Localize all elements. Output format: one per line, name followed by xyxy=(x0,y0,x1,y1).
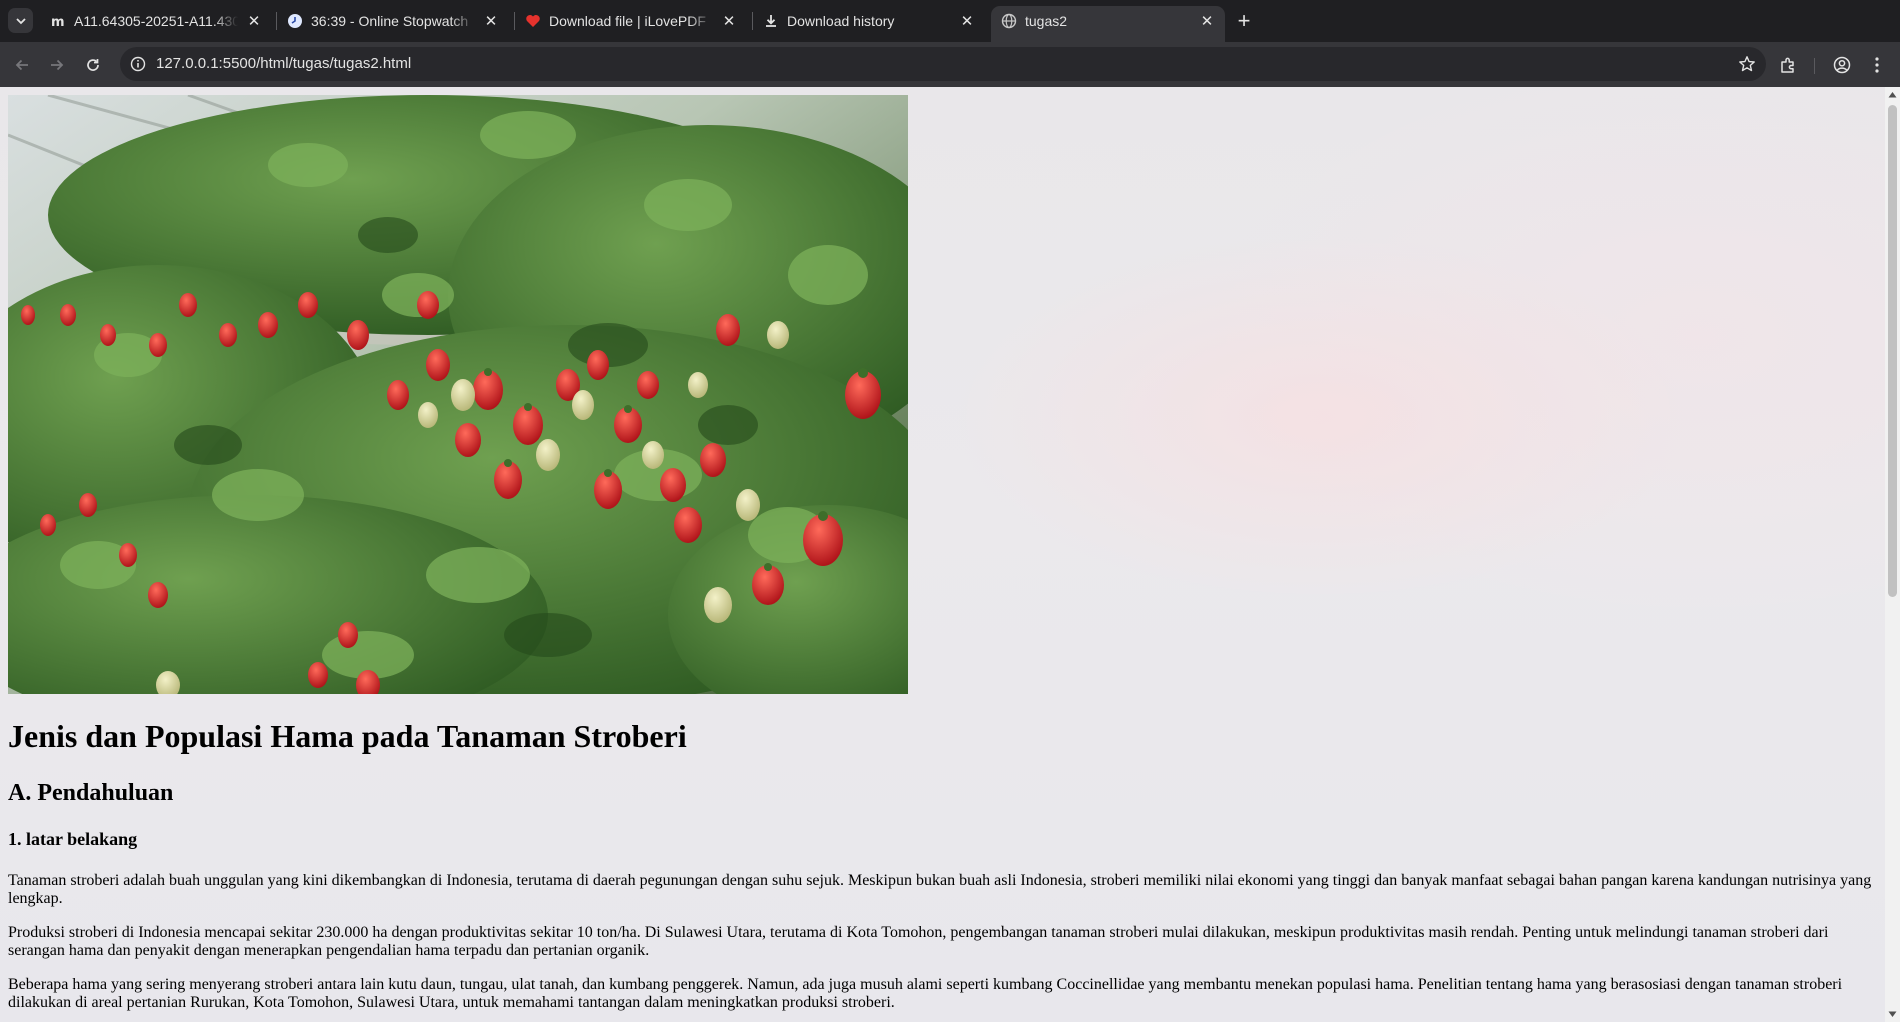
page-content: Jenis dan Populasi Hama pada Tanaman Str… xyxy=(8,95,1874,1012)
paragraph-3: Beberapa hama yang sering menyerang stro… xyxy=(8,976,1843,1011)
chevron-down-icon xyxy=(15,17,26,24)
puzzle-icon xyxy=(1781,57,1794,73)
bookmark-star-icon[interactable] xyxy=(1736,53,1758,75)
scroll-down-arrow-icon[interactable] xyxy=(1888,1010,1897,1019)
tab-tugas2[interactable]: tugas2 ✕ xyxy=(991,6,1225,42)
close-tab-icon[interactable]: ✕ xyxy=(719,11,739,31)
profile-icon xyxy=(1833,56,1851,74)
page-viewport: Jenis dan Populasi Hama pada Tanaman Str… xyxy=(0,87,1885,1022)
tab-title: tugas2 xyxy=(1025,13,1068,29)
moodle-m-icon: m xyxy=(50,13,66,29)
tab-stopwatch[interactable]: 36:39 - Online Stopwatch ✕ xyxy=(277,6,509,36)
close-tab-icon[interactable]: ✕ xyxy=(957,11,977,31)
forward-button[interactable] xyxy=(42,50,72,80)
reload-button[interactable] xyxy=(78,50,108,80)
close-tab-icon[interactable]: ✕ xyxy=(1197,11,1217,31)
svg-text:m: m xyxy=(51,15,65,29)
scroll-up-arrow-icon[interactable] xyxy=(1888,90,1897,99)
site-info-icon[interactable] xyxy=(128,54,148,74)
close-tab-icon[interactable]: ✕ xyxy=(244,11,264,31)
tab-title: 36:39 - Online Stopwatch xyxy=(311,13,469,29)
reload-icon xyxy=(87,59,99,71)
tab-ilovepdf[interactable]: Download file | iLovePDF ✕ xyxy=(515,6,747,36)
download-icon xyxy=(763,13,779,29)
stopwatch-icon xyxy=(287,13,303,29)
tab-strip: m A11.64305-20251-A11.4309... ✕ 36:39 - … xyxy=(0,0,1900,42)
more-vertical-icon xyxy=(1875,57,1879,73)
tab-title: Download history xyxy=(787,13,895,29)
new-tab-plus-icon[interactable]: + xyxy=(1231,8,1257,34)
vertical-scrollbar[interactable] xyxy=(1885,87,1900,1022)
subsection-heading: 1. latar belakang xyxy=(8,829,138,849)
close-tab-icon[interactable]: ✕ xyxy=(481,11,501,31)
page-title: Jenis dan Populasi Hama pada Tanaman Str… xyxy=(8,718,687,754)
ilovepdf-heart-icon xyxy=(525,13,541,29)
strawberry-plants-photo xyxy=(8,95,908,694)
menu-button[interactable] xyxy=(1864,50,1890,80)
url-text[interactable]: 127.0.0.1:5500/html/tugas/tugas2.html xyxy=(156,47,411,81)
address-bar[interactable]: 127.0.0.1:5500/html/tugas/tugas2.html xyxy=(120,47,1766,81)
arrow-right-icon xyxy=(51,59,64,71)
tab-title: Download file | iLovePDF xyxy=(549,13,706,29)
section-heading: A. Pendahuluan xyxy=(8,780,174,806)
scrollbar-thumb[interactable] xyxy=(1888,105,1897,597)
profile-button[interactable] xyxy=(1827,50,1857,80)
tab-moodle[interactable]: m A11.64305-20251-A11.4309... ✕ xyxy=(40,6,272,36)
paragraph-2: Produksi stroberi di Indonesia mencapai … xyxy=(8,924,1829,959)
arrow-left-icon xyxy=(15,59,28,71)
back-button[interactable] xyxy=(7,50,37,80)
extensions-button[interactable] xyxy=(1773,50,1803,80)
toolbar-divider xyxy=(1814,58,1815,74)
browser-toolbar: 127.0.0.1:5500/html/tugas/tugas2.html xyxy=(0,42,1900,87)
tab-title: A11.64305-20251-A11.4309... xyxy=(74,13,238,29)
tab-download-history[interactable]: Download history ✕ xyxy=(753,6,985,36)
tab-search-button[interactable] xyxy=(8,8,33,33)
paragraph-1: Tanaman stroberi adalah buah unggulan ya… xyxy=(8,872,1872,907)
globe-icon xyxy=(1001,13,1017,29)
